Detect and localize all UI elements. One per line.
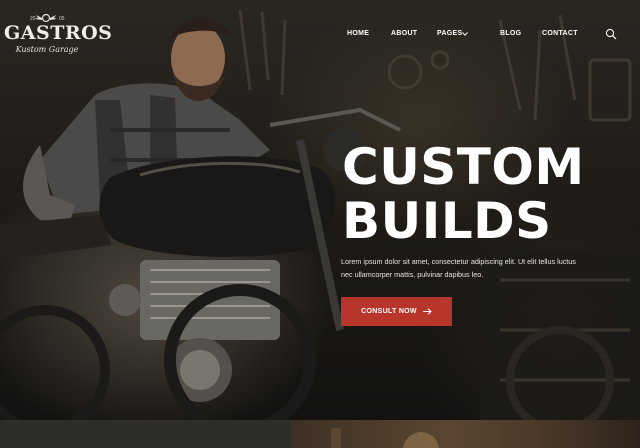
- nav-pages[interactable]: PAGES: [437, 30, 463, 37]
- nav-home[interactable]: HOME: [347, 30, 369, 37]
- hero-headline-line1: CUSTOM: [342, 138, 585, 196]
- nav-blog[interactable]: BLOG: [500, 30, 521, 37]
- site-header: 20 05 GASTROS Kustom Garage HOME ABOUT P…: [0, 0, 640, 70]
- consult-now-button[interactable]: CONSULT NOW: [341, 297, 452, 326]
- next-section-image-panel: [291, 420, 640, 448]
- hero-description: Lorem ipsum dolor sit amet, consectetur …: [341, 257, 576, 279]
- arrow-right-icon: [422, 308, 432, 315]
- chevron-down-icon[interactable]: [462, 31, 468, 37]
- consult-now-label: CONSULT NOW: [361, 308, 417, 315]
- nav-contact[interactable]: CONTACT: [542, 30, 578, 37]
- next-section-left-panel: [0, 420, 291, 448]
- brand-tagline: Kustom Garage: [15, 45, 79, 54]
- next-section-photo: [331, 428, 439, 448]
- hero-headline-line2: BUILDS: [342, 192, 552, 250]
- search-icon[interactable]: [605, 28, 617, 40]
- nav-about[interactable]: ABOUT: [391, 30, 417, 37]
- brand-logo[interactable]: 20 05 GASTROS Kustom Garage: [4, 12, 113, 62]
- brand-name: GASTROS: [4, 22, 113, 44]
